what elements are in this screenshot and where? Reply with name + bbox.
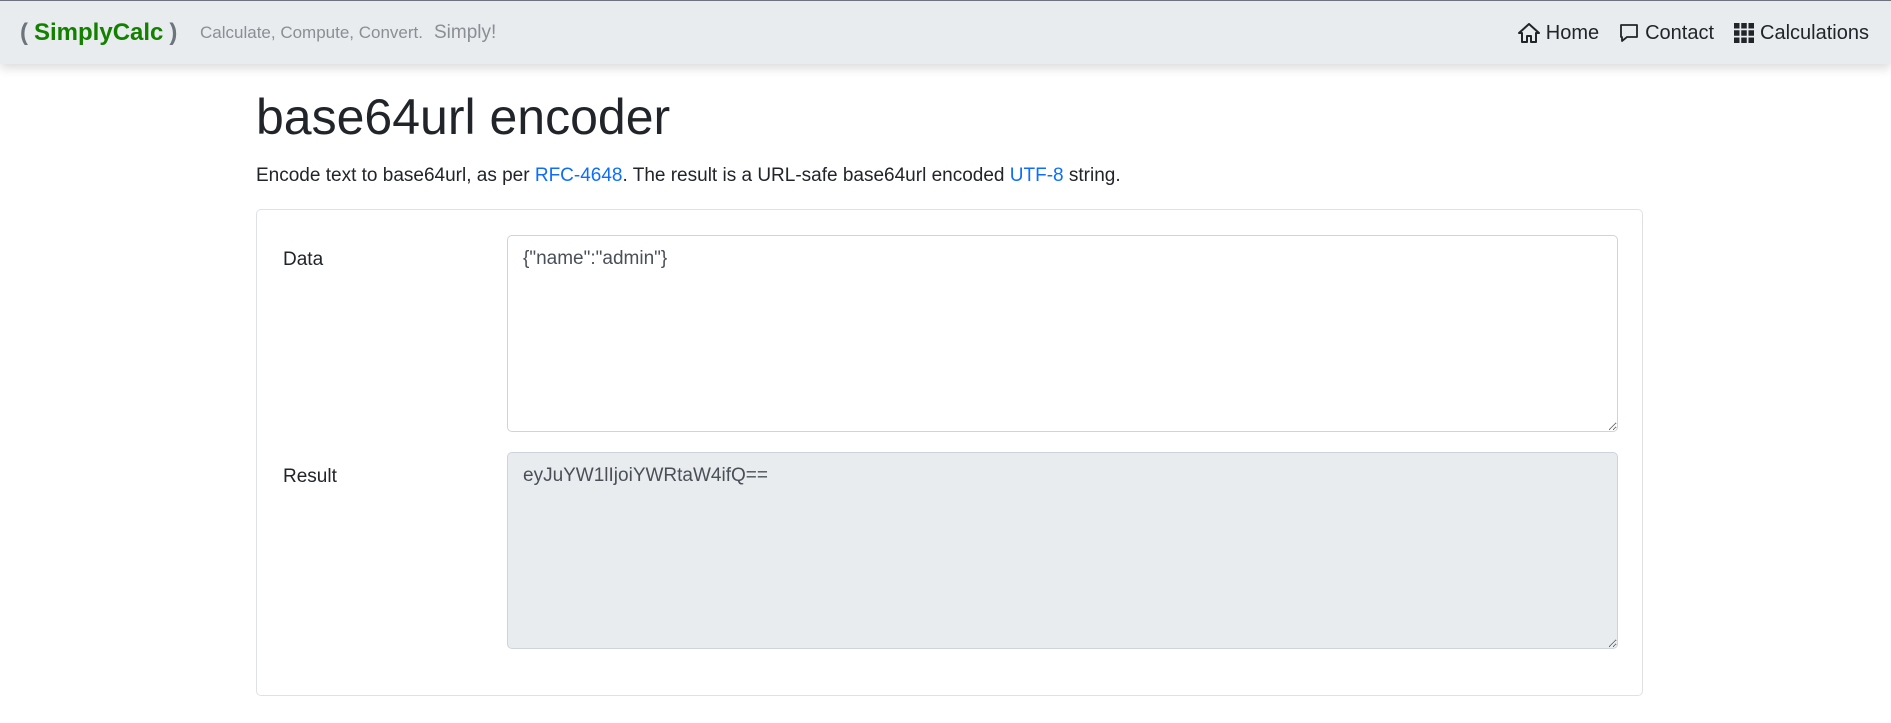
chat-icon [1619,23,1639,43]
brand-close-paren: ) [169,19,178,46]
description-text-3: string. [1063,165,1121,186]
encoder-card: Data {"name":"admin"} Result eyJuYW1lIjo… [256,209,1643,696]
data-label: Data [283,249,324,270]
result-output[interactable]: eyJuYW1lIjoiYWRtaW4ifQ== [507,452,1618,649]
description-text-2: . The result is a URL-safe base64url enc… [622,165,1010,186]
brand-open-paren: ( [20,19,28,46]
nav-calculations-label: Calculations [1760,21,1869,44]
brand-logo[interactable]: ( SimplyCalc ) [20,1,177,65]
home-icon [1517,23,1540,43]
description-text-1: Encode text to base64url, as per [256,165,535,186]
result-label: Result [283,466,337,487]
tagline-accent: Simply! [434,22,497,43]
page-description: Encode text to base64url, as per RFC-464… [256,165,1121,187]
nav-contact-label: Contact [1645,21,1715,44]
nav-home-label: Home [1545,21,1600,44]
nav-contact-link[interactable]: Contact [1619,22,1714,45]
nav-calculations-link[interactable]: Calculations [1734,22,1869,45]
utf-8-link[interactable]: UTF-8 [1010,165,1064,186]
grid-icon [1734,23,1755,43]
brand-name: SimplyCalc [34,19,164,46]
tagline-main: Calculate, Compute, Convert. [200,23,423,42]
tagline: Calculate, Compute, Convert. Simply! [200,1,496,65]
data-input[interactable]: {"name":"admin"} [507,235,1618,432]
page-title: base64url encoder [256,89,671,145]
nav-links: Home Contact Calculations [1517,1,1869,65]
navbar: ( SimplyCalc ) Calculate, Compute, Conve… [0,0,1891,64]
nav-home-link[interactable]: Home [1517,21,1600,45]
rfc-4648-link[interactable]: RFC-4648 [535,165,623,186]
